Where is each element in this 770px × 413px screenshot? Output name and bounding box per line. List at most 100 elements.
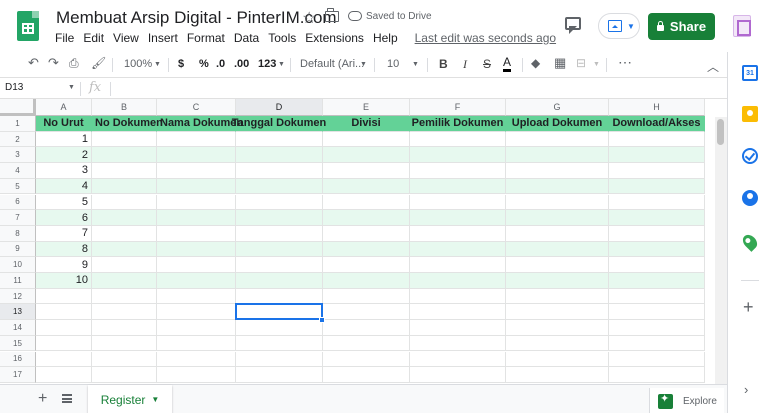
cell-c4[interactable] bbox=[157, 163, 236, 179]
cell-d12[interactable] bbox=[236, 288, 323, 305]
cell-g6[interactable] bbox=[506, 194, 609, 211]
cell-h10[interactable] bbox=[609, 257, 705, 273]
cell-f17[interactable] bbox=[410, 367, 506, 383]
cell-g1[interactable]: Upload Dokumen bbox=[506, 116, 609, 132]
cell-f12[interactable] bbox=[410, 288, 506, 305]
cell-d11[interactable] bbox=[236, 273, 323, 289]
cell-h6[interactable] bbox=[609, 194, 705, 211]
star-icon[interactable]: ☆ bbox=[302, 8, 316, 28]
row-header-16[interactable]: 16 bbox=[0, 351, 36, 368]
cell-a9[interactable]: 8 bbox=[36, 241, 92, 258]
bold-button[interactable]: B bbox=[439, 57, 448, 71]
cell-g9[interactable] bbox=[506, 241, 609, 258]
cell-d16[interactable] bbox=[236, 351, 323, 368]
cell-c17[interactable] bbox=[157, 367, 236, 383]
more-formats-button[interactable]: 123 bbox=[258, 58, 276, 70]
cell-f2[interactable] bbox=[410, 131, 506, 148]
cell-e1[interactable]: Divisi bbox=[323, 116, 410, 132]
cell-a2[interactable]: 1 bbox=[36, 131, 92, 148]
cell-a1[interactable]: No Urut bbox=[36, 116, 92, 132]
cell-a10[interactable]: 9 bbox=[36, 257, 92, 273]
cell-g14[interactable] bbox=[506, 320, 609, 336]
cell-f8[interactable] bbox=[410, 225, 506, 242]
cell-g7[interactable] bbox=[506, 210, 609, 226]
cell-e9[interactable] bbox=[323, 241, 410, 258]
row-header-11[interactable]: 11 bbox=[0, 273, 36, 289]
row-header-3[interactable]: 3 bbox=[0, 147, 36, 164]
undo-icon[interactable]: ↶ bbox=[28, 55, 39, 71]
sheet-tab-register[interactable]: Register ▼ bbox=[88, 385, 172, 413]
name-box[interactable]: D13 bbox=[5, 82, 23, 93]
merge-cells-icon[interactable]: ⊟ bbox=[576, 56, 586, 70]
cell-h3[interactable] bbox=[609, 147, 705, 164]
cell-b4[interactable] bbox=[92, 163, 157, 179]
row-header-15[interactable]: 15 bbox=[0, 335, 36, 352]
row-header-13[interactable]: 13 bbox=[0, 304, 36, 321]
row-header-9[interactable]: 9 bbox=[0, 241, 36, 258]
calendar-icon[interactable]: 31 bbox=[742, 65, 758, 81]
cell-c11[interactable] bbox=[157, 273, 236, 289]
cell-f16[interactable] bbox=[410, 351, 506, 368]
cell-h7[interactable] bbox=[609, 210, 705, 226]
cell-e2[interactable] bbox=[323, 131, 410, 148]
cell-b11[interactable] bbox=[92, 273, 157, 289]
cell-f15[interactable] bbox=[410, 335, 506, 352]
cell-e3[interactable] bbox=[323, 147, 410, 164]
cell-d2[interactable] bbox=[236, 131, 323, 148]
strikethrough-button[interactable]: S bbox=[483, 57, 491, 71]
column-header-d[interactable]: D bbox=[236, 99, 323, 116]
cell-d6[interactable] bbox=[236, 194, 323, 211]
chevron-down-icon[interactable]: ▼ bbox=[151, 395, 159, 404]
cell-d9[interactable] bbox=[236, 241, 323, 258]
cell-b3[interactable] bbox=[92, 147, 157, 164]
row-header-1[interactable]: 1 bbox=[0, 116, 36, 132]
cell-b7[interactable] bbox=[92, 210, 157, 226]
move-folder-icon[interactable] bbox=[325, 8, 339, 22]
cell-e8[interactable] bbox=[323, 225, 410, 242]
menu-edit[interactable]: Edit bbox=[83, 31, 104, 47]
menu-help[interactable]: Help bbox=[373, 31, 398, 47]
cell-b2[interactable] bbox=[92, 131, 157, 148]
cell-g16[interactable] bbox=[506, 351, 609, 368]
cell-a12[interactable] bbox=[36, 288, 92, 305]
redo-icon[interactable]: ↷ bbox=[48, 55, 59, 71]
column-header-c[interactable]: C bbox=[157, 99, 236, 116]
cell-d10[interactable] bbox=[236, 257, 323, 273]
cell-h15[interactable] bbox=[609, 335, 705, 352]
cell-c9[interactable] bbox=[157, 241, 236, 258]
cell-c14[interactable] bbox=[157, 320, 236, 336]
cell-a15[interactable] bbox=[36, 335, 92, 352]
cell-g4[interactable] bbox=[506, 163, 609, 179]
cell-e6[interactable] bbox=[323, 194, 410, 211]
cell-e16[interactable] bbox=[323, 351, 410, 368]
cell-e15[interactable] bbox=[323, 335, 410, 352]
cell-e11[interactable] bbox=[323, 273, 410, 289]
cell-b8[interactable] bbox=[92, 225, 157, 242]
cell-h8[interactable] bbox=[609, 225, 705, 242]
row-header-12[interactable]: 12 bbox=[0, 288, 36, 305]
tasks-icon[interactable] bbox=[742, 148, 758, 164]
last-edit-link[interactable]: Last edit was seconds ago bbox=[415, 31, 556, 47]
cell-d4[interactable] bbox=[236, 163, 323, 179]
more-options-icon[interactable]: ⋯ bbox=[618, 54, 632, 71]
fill-color-icon[interactable]: ◆ bbox=[531, 56, 540, 70]
cell-b10[interactable] bbox=[92, 257, 157, 273]
maps-icon[interactable] bbox=[740, 232, 760, 252]
row-header-4[interactable]: 4 bbox=[0, 163, 36, 179]
cell-b16[interactable] bbox=[92, 351, 157, 368]
column-header-b[interactable]: B bbox=[92, 99, 157, 116]
cell-g2[interactable] bbox=[506, 131, 609, 148]
cell-g13[interactable] bbox=[506, 304, 609, 321]
cell-a11[interactable]: 10 bbox=[36, 273, 92, 289]
print-icon[interactable]: ⎙ bbox=[69, 56, 79, 71]
cell-a5[interactable]: 4 bbox=[36, 178, 92, 195]
spreadsheet-grid[interactable]: A B C D E F G H 1 No Urut No Dokumen Nama Dokumen Ta… bbox=[0, 99, 727, 384]
row-header-5[interactable]: 5 bbox=[0, 178, 36, 195]
scrollbar-thumb[interactable] bbox=[717, 119, 724, 145]
cell-g3[interactable] bbox=[506, 147, 609, 164]
cell-h14[interactable] bbox=[609, 320, 705, 336]
fill-handle[interactable] bbox=[319, 317, 325, 324]
menu-tools[interactable]: Tools bbox=[268, 31, 296, 47]
document-title[interactable]: Membuat Arsip Digital - PinterIM.com bbox=[56, 8, 337, 28]
chevron-right-icon[interactable]: › bbox=[744, 382, 748, 397]
